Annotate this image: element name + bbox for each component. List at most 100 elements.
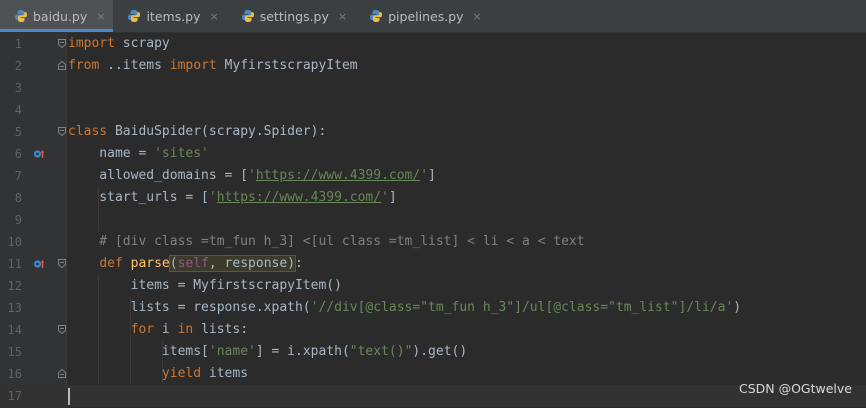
string-literal: 'name': [208, 344, 256, 359]
code-line: 14 for i in lists:: [0, 319, 866, 341]
code-line: 16 yield items: [0, 363, 866, 385]
code-text: MyfirstscrapyItem: [216, 58, 358, 73]
code-line: 12 items = MyfirstscrapyItem(): [0, 275, 866, 297]
string-quote: ': [420, 168, 429, 183]
line-number: 7: [14, 169, 22, 183]
code-text: ..items: [99, 58, 170, 73]
code-line: 5 class BaiduSpider(scrapy.Spider):: [0, 121, 866, 143]
code-comment: # [div class =tm_fun h_3] <[ul class =tm…: [68, 234, 585, 249]
line-number: 6: [14, 147, 22, 161]
line-number: 2: [14, 59, 22, 73]
url-link[interactable]: https://www.4399.com/: [217, 190, 381, 205]
paren: ): [287, 256, 296, 271]
code-text: ]: [428, 168, 436, 183]
watermark: CSDN @OGtwelve: [738, 381, 852, 396]
code-text: scrapy: [114, 36, 170, 51]
string-quote: ': [208, 190, 217, 205]
code-line: 4: [0, 99, 866, 121]
params: , response: [208, 256, 288, 271]
fold-marker-icon[interactable]: [58, 325, 66, 334]
current-code-line[interactable]: 17: [0, 385, 866, 407]
code-text: :: [295, 256, 303, 271]
highlighted-parameters: (self, response): [168, 255, 297, 272]
fold-end-marker-icon[interactable]: [58, 61, 66, 70]
override-method-icon[interactable]: [33, 258, 45, 270]
fold-marker-icon[interactable]: [58, 39, 66, 48]
code-text: ]: [388, 190, 397, 205]
code-text: start_urls = [: [68, 190, 209, 205]
string-literal: "text()": [349, 344, 413, 359]
code-text: lists:: [193, 322, 249, 337]
paren: (: [169, 256, 178, 271]
line-number: 11: [7, 257, 22, 271]
tab-baidu-py[interactable]: baidu.py ×: [0, 0, 114, 32]
tab-settings-py[interactable]: settings.py ×: [227, 0, 355, 32]
code-line: 11 def parse(self, response):: [0, 253, 866, 275]
line-number: 4: [14, 103, 22, 117]
code-line: 3: [0, 77, 866, 99]
close-icon[interactable]: ×: [338, 10, 347, 23]
code-line: 15 items['name'] = i.xpath("text()").get…: [0, 341, 866, 363]
keyword: from: [68, 58, 100, 73]
tab-label: pipelines.py: [388, 8, 464, 24]
tab-label: baidu.py: [33, 8, 88, 24]
close-icon[interactable]: ×: [96, 10, 105, 23]
code-line: 8 start_urls = ['https://www.4399.com/']: [0, 187, 866, 209]
string-literal: '//div[@class="tm_fun h_3"]/ul[@class="t…: [310, 300, 734, 315]
fold-end-marker-icon[interactable]: [58, 369, 66, 378]
code-text: items[: [68, 344, 209, 359]
code-text: ): [733, 300, 742, 315]
code-text: items: [201, 366, 249, 381]
keyword: yield: [161, 366, 202, 381]
keyword: import: [68, 36, 115, 51]
function-name: parse: [122, 256, 170, 271]
fold-marker-icon[interactable]: [58, 259, 66, 268]
tab-pipelines-py[interactable]: pipelines.py ×: [355, 0, 490, 32]
line-number: 3: [14, 81, 22, 95]
keyword: for: [130, 322, 155, 337]
line-number: 13: [7, 301, 22, 315]
line-number: 9: [14, 213, 22, 227]
code-editor[interactable]: 1 import scrapy 2 from ..items import My…: [0, 33, 866, 408]
close-icon[interactable]: ×: [473, 10, 482, 23]
url-link[interactable]: https://www.4399.com/: [256, 168, 420, 183]
code-text: items = MyfirstscrapyItem(): [68, 278, 342, 293]
close-icon[interactable]: ×: [210, 10, 219, 23]
tab-label: items.py: [146, 8, 201, 24]
code-text: ).get(): [412, 344, 468, 359]
line-number: 17: [7, 389, 22, 403]
text-caret: [68, 388, 70, 405]
python-file-icon: [14, 9, 28, 23]
python-file-icon: [241, 9, 255, 23]
line-number: 16: [7, 367, 22, 381]
code-line: 10 # [div class =tm_fun h_3] <[ul class …: [0, 231, 866, 253]
keyword: import: [169, 58, 217, 73]
code-line: 6 name = 'sites': [0, 143, 866, 165]
code-line: 7 allowed_domains = [ 'https://www.4399.c…: [0, 165, 866, 187]
code-line: 13 lists = response.xpath('//div[@class=…: [0, 297, 866, 319]
override-method-icon[interactable]: [33, 148, 45, 160]
line-number: 8: [14, 191, 22, 205]
code-line: 2 from ..items import MyfirstscrapyItem: [0, 55, 866, 77]
python-file-icon: [369, 9, 383, 23]
line-number: 5: [14, 125, 22, 139]
fold-marker-icon[interactable]: [58, 127, 66, 136]
code-line: 1 import scrapy: [0, 33, 866, 55]
code-text: allowed_domains = [: [68, 168, 249, 183]
self-param: self: [177, 256, 209, 271]
editor-tab-bar: baidu.py × items.py × settings.py × pipe…: [0, 0, 866, 33]
string-quote: ': [381, 190, 389, 205]
python-file-icon: [127, 9, 141, 23]
tab-items-py[interactable]: items.py ×: [113, 0, 226, 32]
line-number: 10: [7, 235, 22, 249]
code-text: name =: [68, 146, 155, 161]
line-number: 12: [7, 279, 22, 293]
code-line: 9: [0, 209, 866, 231]
keyword: def: [99, 256, 123, 271]
code-text: ] = i.xpath(: [255, 344, 350, 359]
code-text: i: [154, 322, 178, 337]
keyword: class: [68, 124, 108, 139]
